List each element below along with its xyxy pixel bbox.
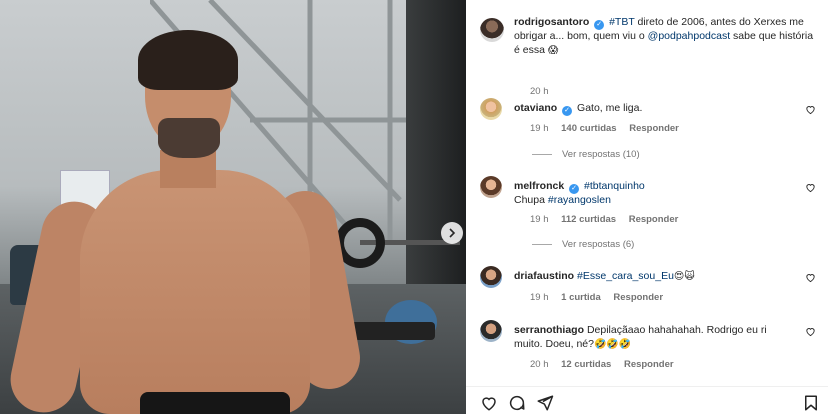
divider	[532, 243, 552, 245]
comment-time[interactable]: 20 h	[530, 359, 549, 370]
comment-body: Chupa	[514, 194, 548, 206]
comment-time[interactable]: 19 h	[530, 292, 549, 303]
next-photo-button[interactable]	[441, 222, 463, 244]
heart-icon[interactable]	[480, 394, 498, 412]
comment-meta: 19 h 112 curtidas Responder	[530, 214, 688, 225]
view-replies-button[interactable]: Ver respostas (10)	[532, 149, 640, 160]
comment-username[interactable]: otaviano	[514, 102, 557, 114]
comment-hashtag[interactable]: #tbtanquinho	[584, 180, 645, 192]
caption-text: rodrigosantoro ✓ #TBT direto de 2006, an…	[514, 16, 820, 57]
comment-username[interactable]: driafaustino	[514, 270, 574, 282]
comment-likes[interactable]: 140 curtidas	[561, 123, 616, 134]
view-replies-label: Ver respostas (10)	[562, 149, 640, 160]
comment-hashtag[interactable]: #Esse_cara_sou_Eu	[577, 270, 674, 282]
comment-likes[interactable]: 1 curtida	[561, 292, 601, 303]
comment-likes[interactable]: 12 curtidas	[561, 359, 611, 370]
heart-icon[interactable]	[805, 272, 816, 283]
heart-icon[interactable]	[805, 104, 816, 115]
author-username[interactable]: rodrigosantoro	[514, 16, 589, 28]
person-hair	[138, 30, 238, 90]
comment-meta: 20 h 12 curtidas Responder	[530, 359, 684, 370]
post-action-bar	[466, 386, 828, 414]
post-timestamp[interactable]: 20 h	[530, 86, 549, 97]
heart-icon[interactable]	[805, 182, 816, 193]
verified-badge-icon: ✓	[594, 20, 605, 30]
bookmark-icon[interactable]	[802, 394, 820, 412]
comment-emoji: 😍🙀	[673, 271, 695, 282]
caption-hashtag[interactable]: #TBT	[609, 16, 634, 28]
reply-button[interactable]: Responder	[629, 123, 679, 134]
comment-meta: 19 h 140 curtidas Responder	[530, 123, 689, 134]
caption-emoji: 😱	[547, 44, 559, 56]
reply-button[interactable]: Responder	[613, 292, 663, 303]
avatar[interactable]	[480, 176, 502, 198]
comment-time[interactable]: 19 h	[530, 123, 549, 134]
comment-emoji: 🤣🤣🤣	[593, 338, 632, 350]
divider	[532, 153, 552, 155]
comment-username[interactable]: melfronck	[514, 180, 564, 192]
comment-username[interactable]: serranothiago	[514, 324, 584, 336]
avatar[interactable]	[480, 320, 502, 342]
avatar[interactable]	[480, 266, 502, 288]
verified-badge-icon: ✓	[569, 184, 580, 194]
comment-text: otaviano ✓ Gato, me liga.	[514, 102, 794, 116]
view-replies-label: Ver respostas (6)	[562, 239, 635, 250]
view-replies-button[interactable]: Ver respostas (6)	[532, 239, 634, 250]
comment-body: Gato, me liga.	[577, 102, 643, 114]
comments-pane: rodrigosantoro ✓ #TBT direto de 2006, an…	[466, 0, 828, 414]
caption-mention[interactable]: @podpahpodcast	[648, 30, 730, 42]
comment-text: serranothiago Depilaçãaao hahahahah. Rod…	[514, 324, 794, 351]
comment-icon[interactable]	[508, 394, 526, 412]
comment-hashtag-2[interactable]: #rayangoslen	[548, 194, 611, 206]
share-icon[interactable]	[536, 394, 554, 412]
reply-button[interactable]: Responder	[624, 359, 674, 370]
author-avatar[interactable]	[480, 18, 504, 42]
person-shorts	[140, 392, 290, 414]
verified-badge-icon: ✓	[562, 106, 573, 116]
post-photo[interactable]	[0, 0, 466, 414]
comment-time[interactable]: 19 h	[530, 214, 549, 225]
comment-likes[interactable]: 112 curtidas	[561, 214, 616, 225]
reply-button[interactable]: Responder	[629, 214, 679, 225]
person-beard	[158, 118, 220, 158]
chevron-right-icon	[449, 228, 456, 238]
comment-meta: 19 h 1 curtida Responder	[530, 292, 673, 303]
comment-text: driafaustino #Esse_cara_sou_Eu😍🙀	[514, 270, 794, 284]
heart-icon[interactable]	[805, 326, 816, 337]
person-torso	[80, 170, 310, 414]
comment-text: melfronck ✓ #tbtanquinho Chupa #rayangos…	[514, 180, 794, 208]
avatar[interactable]	[480, 98, 502, 120]
